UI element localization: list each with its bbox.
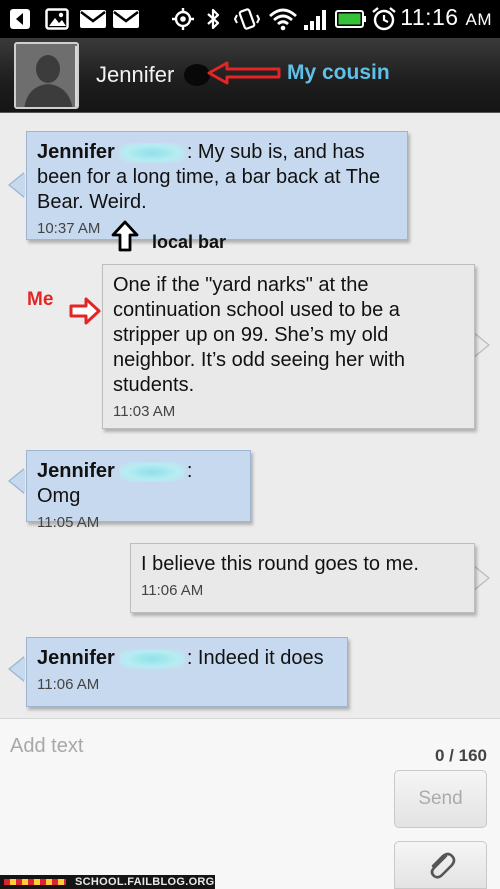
cousin-annotation: My cousin (287, 61, 390, 84)
contact-name: Jennifer (96, 62, 175, 87)
paperclip-icon (430, 852, 455, 879)
wifi-icon (268, 7, 298, 31)
message-timestamp: 11:05 AM (37, 514, 100, 531)
bubble-tail (8, 656, 25, 682)
contact-avatar[interactable] (14, 42, 79, 109)
alarm-icon (371, 7, 397, 31)
message-timestamp: 11:03 AM (113, 403, 176, 420)
clock-time: 11:16 (400, 4, 459, 30)
back-icon (8, 7, 32, 31)
bubble-tail (8, 468, 25, 494)
bluetooth-icon (204, 7, 222, 31)
local-bar-annotation: local bar (152, 232, 227, 252)
message-list[interactable]: Jennifer: My sub is, and has been for a … (0, 114, 500, 718)
message-body: Jennifer: My sub is, and has been for a … (37, 140, 397, 215)
message-sender: Jennifer (37, 460, 115, 482)
redacted-surname (118, 461, 185, 482)
bubble-tail (8, 172, 25, 198)
image-icon (44, 7, 70, 31)
message-sender: Jennifer (37, 141, 115, 163)
mail-icon (79, 7, 107, 31)
me-annotation: Me (27, 289, 54, 310)
right-arrow-annotation (69, 297, 101, 325)
person-icon (16, 44, 77, 107)
message-input[interactable] (10, 729, 380, 763)
send-button[interactable]: Send (394, 770, 487, 828)
message-timestamp: 11:06 AM (141, 582, 204, 599)
character-counter: 0 / 160 (435, 746, 487, 765)
up-arrow-annotation (111, 220, 139, 252)
redacted-surname (118, 142, 185, 163)
message-bubble-outgoing[interactable]: I believe this round goes to me. 11:06 A… (130, 543, 475, 613)
signal-icon (302, 7, 330, 31)
message-text: I believe this round goes to me. (141, 553, 419, 575)
gps-icon (170, 7, 196, 31)
status-clock: 11:16 AM (400, 4, 492, 31)
watermark-logo (4, 879, 66, 885)
mail-icon (112, 7, 140, 31)
message-body: Jennifer : Indeed it does (37, 646, 337, 671)
watermark-text: SCHOOL.FAILBLOG.ORG (75, 876, 215, 888)
clock-ampm: AM (465, 10, 492, 29)
message-body: Jennifer: Omg (37, 459, 240, 509)
bubble-tail (473, 332, 490, 358)
watermark-strip: SCHOOL.FAILBLOG.ORG (0, 875, 215, 889)
battery-icon (335, 7, 367, 31)
bubble-tail (473, 565, 490, 591)
message-bubble-incoming[interactable]: Jennifer: Omg 11:05 AM (26, 450, 251, 531)
message-sender: Jennifer (37, 647, 115, 669)
status-bar: 11:16 AM (0, 0, 500, 38)
vibrate-icon (233, 7, 261, 31)
red-arrow-annotation (207, 61, 281, 85)
redacted-surname (118, 648, 185, 669)
message-text: : Indeed it does (186, 647, 324, 669)
attach-button[interactable] (394, 841, 487, 889)
composer: 0 / 160 Send (0, 718, 500, 889)
message-timestamp: 11:06 AM (37, 676, 100, 693)
message-bubble-incoming[interactable]: Jennifer: My sub is, and has been for a … (26, 131, 408, 240)
message-bubble-outgoing[interactable]: One if the "yard narks" at the continuat… (102, 264, 475, 429)
message-text: One if the "yard narks" at the continuat… (113, 274, 406, 396)
message-bubble-incoming[interactable]: Jennifer : Indeed it does 11:06 AM (26, 637, 348, 707)
